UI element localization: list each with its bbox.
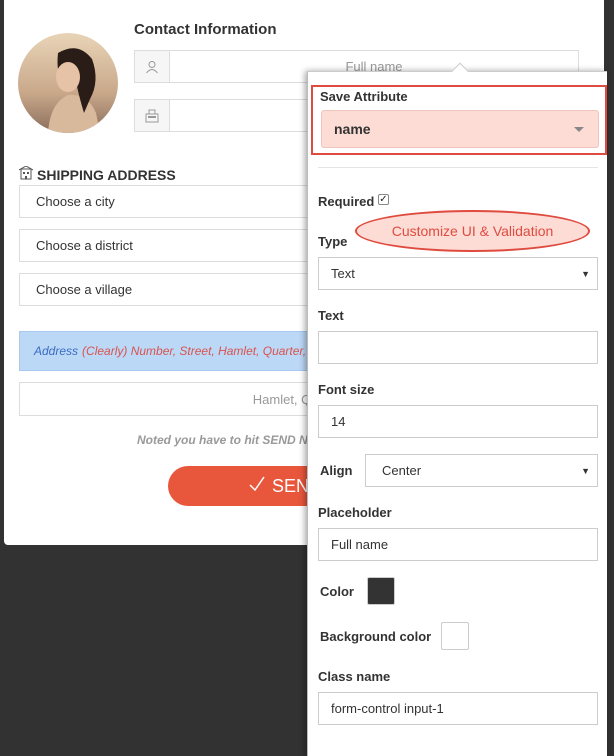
send-button-label: SEN [272, 475, 310, 496]
user-icon [135, 51, 170, 82]
text-label: Text [318, 308, 344, 323]
required-label: Required [318, 194, 375, 209]
color-label: Color [320, 584, 354, 599]
caret-down-icon: ▼ [581, 269, 590, 279]
background-color-swatch[interactable] [441, 622, 469, 650]
required-checkbox[interactable]: ✓ [378, 194, 389, 205]
type-label: Type [318, 234, 348, 249]
background-color-label: Background color [320, 629, 432, 644]
save-attribute-select[interactable]: name [321, 110, 599, 148]
font-size-label: Font size [318, 382, 375, 397]
placeholder-input[interactable]: Full name [318, 528, 598, 561]
placeholder-label: Placeholder [318, 505, 392, 520]
avatar [18, 33, 118, 133]
text-input[interactable] [318, 331, 598, 364]
save-attribute-label: Save Attribute [320, 89, 408, 104]
customize-ui-annotation: Customize UI & Validation [355, 210, 590, 252]
contact-title: Contact Information [134, 21, 277, 38]
align-value: Center [382, 463, 422, 478]
align-select[interactable]: Center ▼ [365, 454, 598, 487]
class-name-input[interactable]: form-control input-1 [318, 692, 598, 725]
shipping-title: SHIPPING ADDRESS [18, 165, 176, 183]
class-name-label: Class name [318, 669, 391, 684]
checkmark-icon [248, 475, 266, 498]
align-label: Align [320, 463, 353, 478]
address-label: Address [34, 344, 79, 358]
phone-icon [135, 100, 170, 131]
address-hint: (Clearly) Number, Street, Hamlet, Quarte… [82, 344, 317, 358]
color-swatch[interactable] [367, 577, 395, 605]
font-size-input[interactable]: 14 [318, 405, 598, 438]
send-note: Noted you have to hit SEND N [137, 433, 308, 447]
caret-down-icon: ▼ [581, 466, 590, 476]
shipping-title-text: SHIPPING ADDRESS [37, 166, 176, 183]
save-attribute-value: name [334, 121, 371, 137]
attribute-settings-panel: Save Attribute name Required ✓ Customize… [307, 62, 607, 756]
type-value: Text [331, 266, 355, 281]
building-icon [18, 165, 34, 183]
caret-down-icon [574, 127, 584, 132]
save-attribute-section: Save Attribute name [311, 85, 607, 155]
divider [318, 167, 598, 168]
type-select[interactable]: Text ▼ [318, 257, 598, 290]
